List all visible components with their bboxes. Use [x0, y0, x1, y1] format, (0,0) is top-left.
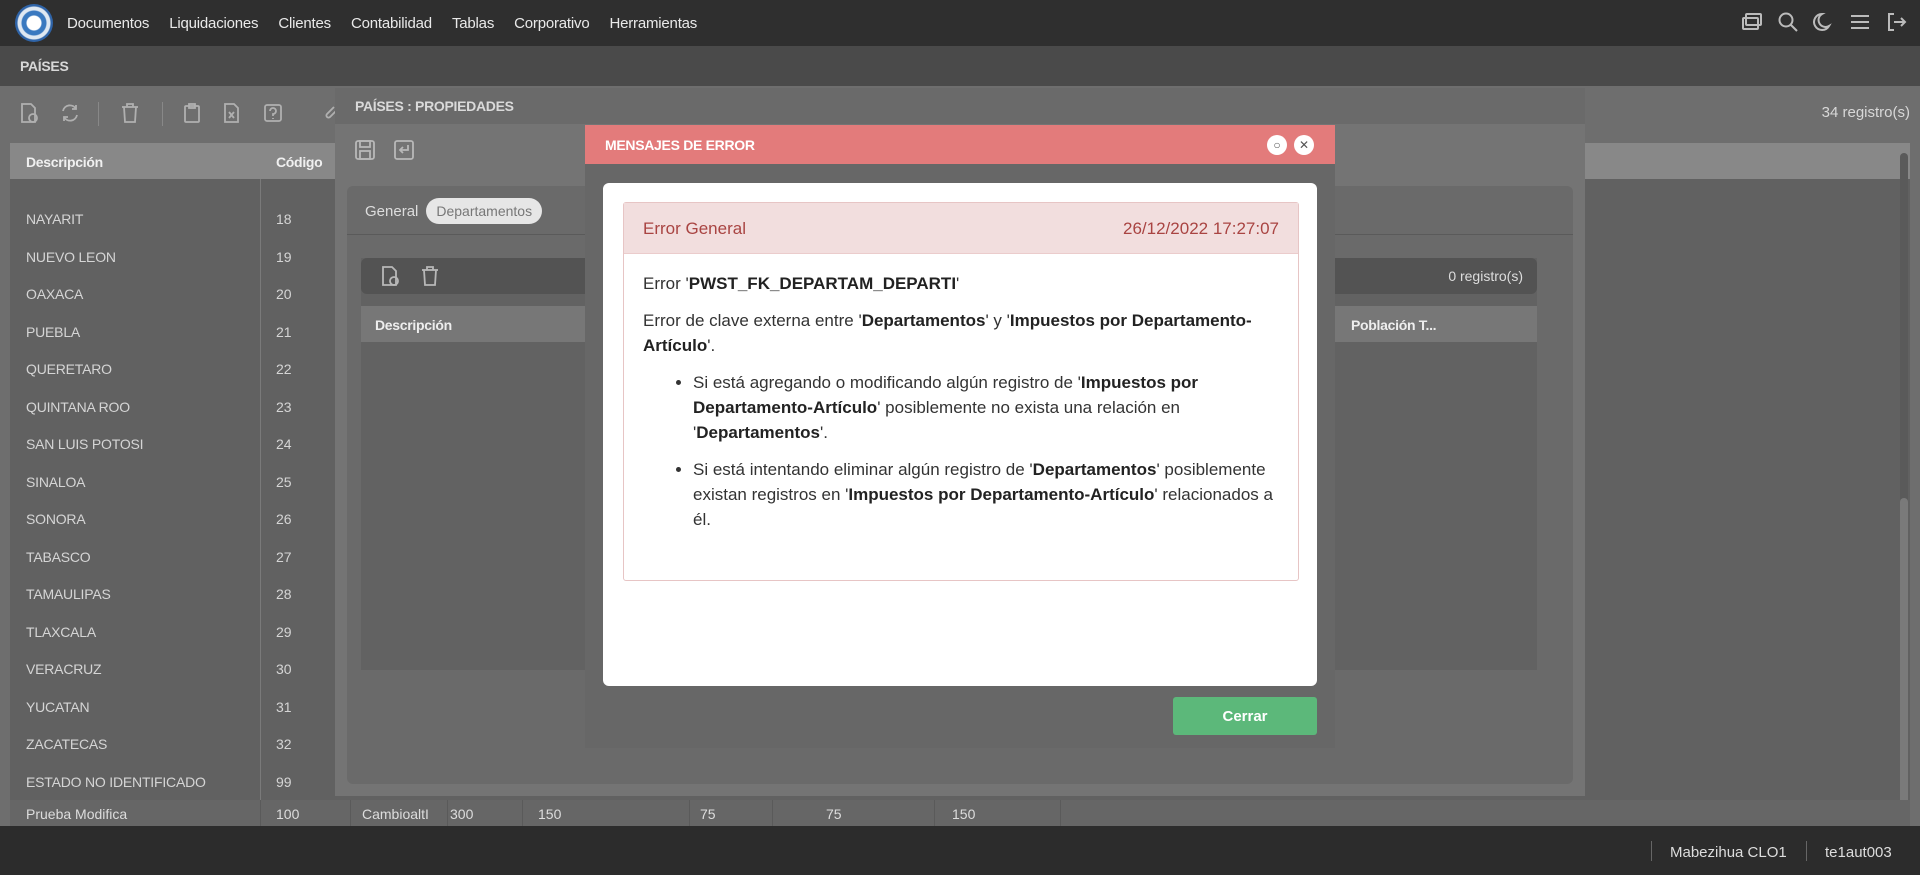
refresh-icon[interactable] — [59, 102, 81, 124]
app-logo[interactable] — [15, 4, 53, 42]
tab-general[interactable]: General — [365, 203, 418, 220]
error-dialog: MENSAJES DE ERROR ○ ✕ Error General 26/1… — [585, 125, 1335, 748]
error-dialog-header: MENSAJES DE ERROR ○ ✕ — [585, 125, 1335, 164]
maximize-icon[interactable]: ○ — [1267, 135, 1287, 155]
records-count: 34 registro(s) — [1821, 104, 1910, 121]
company-name: Mabezihua CLO1 — [1670, 844, 1787, 861]
search-icon[interactable] — [1776, 10, 1800, 34]
moon-icon[interactable] — [1812, 10, 1836, 34]
column-header-poblacion[interactable]: Población T... — [1351, 317, 1437, 333]
close-icon[interactable]: ✕ — [1294, 135, 1314, 155]
column-header-descripcion[interactable]: Descripción — [26, 154, 103, 170]
export-excel-icon[interactable] — [221, 102, 243, 124]
error-dialog-title: MENSAJES DE ERROR — [605, 137, 755, 153]
page-title: PAÍSES — [20, 58, 69, 74]
top-navbar: Documentos Liquidaciones Clientes Contab… — [0, 0, 1920, 46]
subgrid-records-count: 0 registro(s) — [1448, 268, 1523, 284]
toolbar-divider — [98, 102, 99, 126]
nav-clientes[interactable]: Clientes — [278, 15, 331, 32]
help-icon[interactable] — [262, 102, 284, 124]
user-name: te1aut003 — [1825, 844, 1892, 861]
main-menu: Documentos Liquidaciones Clientes Contab… — [67, 15, 717, 32]
nav-tablas[interactable]: Tablas — [452, 15, 494, 32]
save-icon[interactable] — [354, 139, 376, 161]
column-header-descripcion[interactable]: Descripción — [375, 317, 452, 333]
nav-corporativo[interactable]: Corporativo — [514, 15, 590, 32]
tab-bar: General Departamentos — [365, 198, 543, 224]
properties-title: PAÍSES : PROPIEDADES — [355, 98, 514, 114]
toolbar-divider — [162, 102, 163, 126]
error-hint-item: Si está intentando eliminar algún regist… — [693, 457, 1283, 532]
error-title: Error General — [643, 219, 746, 238]
delete-icon[interactable] — [419, 265, 441, 287]
nav-herramientas[interactable]: Herramientas — [609, 15, 697, 32]
new-document-icon[interactable] — [379, 265, 401, 287]
return-icon[interactable] — [393, 139, 415, 161]
column-header-codigo[interactable]: Código — [276, 154, 323, 170]
error-panel: Error General 26/12/2022 17:27:07 Error … — [623, 202, 1299, 581]
page-title-bar: PAÍSES — [0, 46, 1920, 86]
close-button[interactable]: Cerrar — [1173, 697, 1317, 735]
nav-contabilidad[interactable]: Contabilidad — [351, 15, 432, 32]
error-description: Error de clave externa entre 'Departamen… — [643, 311, 1252, 355]
tab-departamentos[interactable]: Departamentos — [426, 198, 543, 224]
table-row-selected[interactable]: Prueba Modifica 100 CambioaltI 300 150 7… — [10, 800, 1910, 826]
properties-header: PAÍSES : PROPIEDADES — [335, 88, 1585, 124]
error-panel-header: Error General 26/12/2022 17:27:07 — [624, 203, 1298, 254]
error-dialog-body: Error General 26/12/2022 17:27:07 Error … — [603, 183, 1317, 686]
logout-icon[interactable] — [1884, 10, 1908, 34]
windows-icon[interactable] — [1740, 10, 1764, 34]
error-hints: Si está agregando o modificando algún re… — [693, 370, 1283, 532]
error-hint-item: Si está agregando o modificando algún re… — [693, 370, 1283, 445]
scrollbar-thumb[interactable] — [1900, 498, 1908, 818]
status-bar: Mabezihua CLO1 te1aut003 — [0, 826, 1920, 875]
error-timestamp: 26/12/2022 17:27:07 — [1123, 219, 1279, 238]
grid-scrollbar[interactable] — [1900, 153, 1908, 818]
nav-documentos[interactable]: Documentos — [67, 15, 149, 32]
new-document-icon[interactable] — [18, 102, 40, 124]
error-code-line: Error 'PWST_FK_DEPARTAM_DEPARTI' — [643, 274, 960, 293]
copy-document-icon[interactable] — [181, 102, 203, 124]
delete-icon[interactable] — [119, 102, 141, 124]
error-message: Error 'PWST_FK_DEPARTAM_DEPARTI' Error d… — [643, 271, 1283, 544]
menu-icon[interactable] — [1848, 10, 1872, 34]
nav-liquidaciones[interactable]: Liquidaciones — [169, 15, 258, 32]
